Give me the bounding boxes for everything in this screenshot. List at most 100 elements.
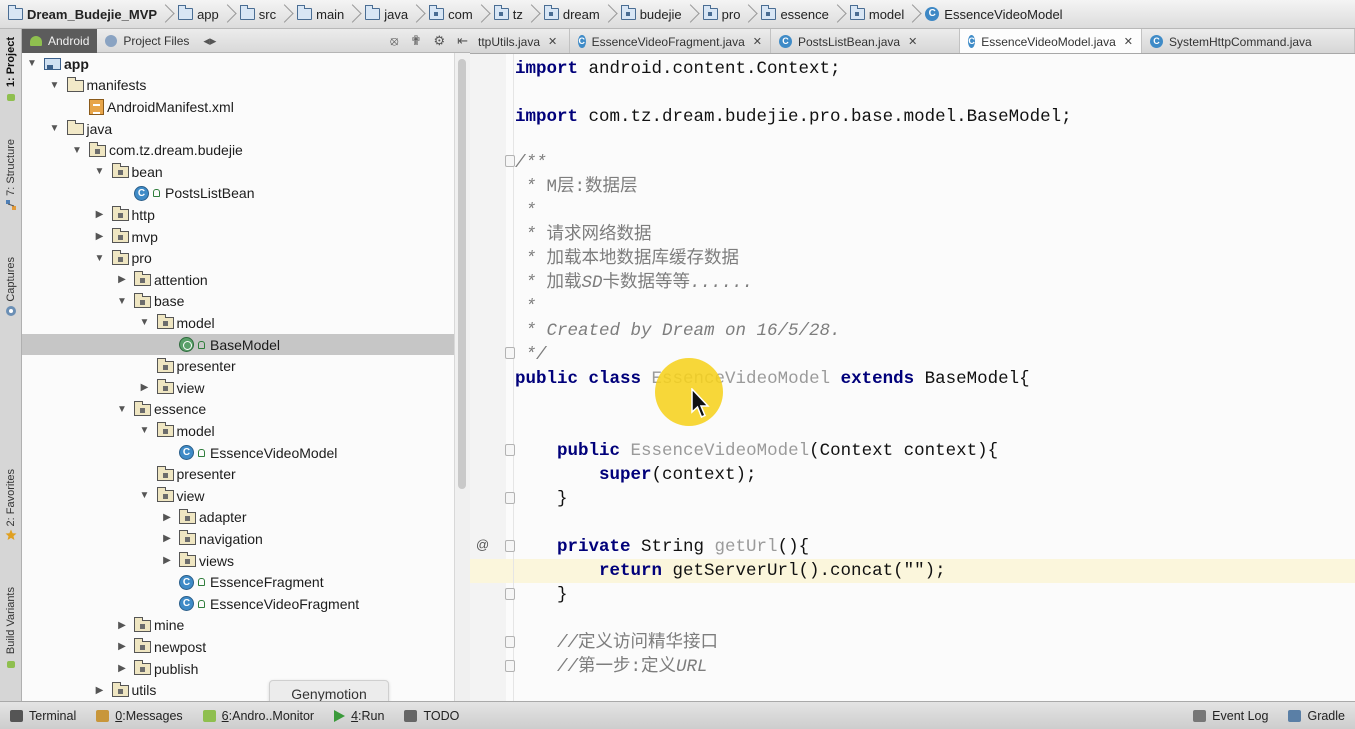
tree-item[interactable]: BaseModel [22, 333, 454, 356]
tree-item[interactable]: ▶ utils [22, 679, 454, 701]
breadcrumb-item[interactable]: com [427, 4, 492, 24]
tree-item[interactable]: ▶ attention [22, 269, 454, 291]
tree-item[interactable]: ▶ views [22, 550, 454, 572]
collapse-arrow-icon[interactable]: ▶ [161, 555, 173, 566]
collapse-arrow-icon[interactable]: ▶ [94, 231, 106, 242]
tree-item[interactable]: EssenceVideoModel [22, 442, 454, 464]
collapse-icon[interactable]: ✟ [405, 33, 428, 49]
bottom-tool-terminal[interactable]: Terminal [0, 709, 86, 723]
favorites-tool-tab[interactable]: 2: Favorites [0, 469, 22, 541]
tree-item[interactable]: ▼ manifests [22, 75, 454, 97]
expand-arrow-icon[interactable]: ▼ [94, 253, 106, 264]
bottom-tool-run[interactable]: 4: Run [324, 709, 394, 723]
collapse-arrow-icon[interactable]: ▶ [116, 663, 128, 674]
collapse-arrow-icon[interactable]: ▶ [161, 512, 173, 523]
tree-item[interactable]: ▶ publish [22, 658, 454, 680]
tree-item[interactable]: ▼ com.tz.dream.budejie [22, 139, 454, 161]
tree-item[interactable]: ▶ adapter [22, 507, 454, 529]
tree-item[interactable]: AndroidManifest.xml [22, 96, 454, 118]
tree-scrollbar[interactable] [454, 53, 470, 701]
tree-item[interactable]: ▼ pro [22, 247, 454, 269]
collapse-arrow-icon[interactable]: ▶ [161, 533, 173, 544]
fold-marker-icon[interactable] [505, 660, 515, 672]
tree-item[interactable]: ▶ http [22, 204, 454, 226]
breadcrumb-item[interactable]: app [176, 4, 238, 24]
fold-marker-icon[interactable] [505, 492, 515, 504]
breadcrumb-item[interactable]: C EssenceVideoModel [923, 7, 1066, 22]
tree-item[interactable]: ▼ app [22, 53, 454, 75]
expand-arrow-icon[interactable]: ▼ [139, 490, 151, 501]
android-view-tab[interactable]: Android [22, 28, 98, 53]
code-editor[interactable]: import android.content.Context; import co… [470, 54, 1355, 701]
expand-arrow-icon[interactable]: ▼ [116, 296, 128, 307]
collapse-arrow-icon[interactable]: ▶ [94, 685, 106, 696]
expand-arrow-icon[interactable]: ▼ [139, 425, 151, 436]
sync-icon[interactable]: ⦻ [384, 33, 405, 49]
build-variants-tool-tab[interactable]: Build Variants [0, 587, 22, 669]
editor-tab[interactable]: C SystemHttpCommand.java [1142, 29, 1355, 53]
tree-item[interactable]: presenter [22, 463, 454, 485]
breadcrumb-item[interactable]: dream [542, 4, 619, 24]
tree-item[interactable]: EssenceVideoFragment [22, 593, 454, 615]
expand-arrow-icon[interactable]: ▼ [49, 80, 61, 91]
bottom-tool-andro-monitor[interactable]: 6: Andro..Monitor [193, 709, 324, 723]
tree-item[interactable]: PostsListBean [22, 183, 454, 205]
editor-tab[interactable]: C EssenceVideoFragment.java ✕ [570, 29, 771, 53]
gear-icon[interactable]: ⚙ [427, 33, 451, 49]
fold-marker-icon[interactable] [505, 155, 515, 167]
breadcrumb-item[interactable]: java [363, 4, 427, 24]
tree-item[interactable]: ▶ newpost [22, 636, 454, 658]
fold-marker-icon[interactable] [505, 588, 515, 600]
tree-item[interactable]: ▶ view [22, 377, 454, 399]
tree-item[interactable]: ▶ navigation [22, 528, 454, 550]
collapse-arrow-icon[interactable]: ▶ [116, 274, 128, 285]
captures-tool-tab[interactable]: Captures [0, 257, 22, 317]
breadcrumb-item[interactable]: essence [759, 4, 847, 24]
editor-tab[interactable]: C EssenceVideoModel.java ✕ [960, 29, 1142, 53]
breadcrumb-item[interactable]: Dream_Budejie_MVP [6, 4, 176, 24]
tree-item[interactable]: ▼ model [22, 312, 454, 334]
expand-arrow-icon[interactable]: ▼ [94, 166, 106, 177]
tree-item[interactable]: ▼ essence [22, 399, 454, 421]
close-icon[interactable]: ✕ [908, 35, 917, 48]
project-tool-tab[interactable]: 1: Project [0, 37, 22, 102]
breadcrumb-item[interactable]: budejie [619, 4, 701, 24]
bottom-tool-event-log[interactable]: Event Log [1183, 709, 1278, 723]
editor-tab[interactable]: ttpUtils.java ✕ [470, 29, 570, 53]
collapse-arrow-icon[interactable]: ▶ [139, 382, 151, 393]
tree-item[interactable]: ▼ java [22, 118, 454, 140]
project-files-tab[interactable]: Project Files [97, 29, 197, 53]
breadcrumb-item[interactable]: src [238, 4, 295, 24]
collapse-arrow-icon[interactable]: ▶ [116, 641, 128, 652]
tree-item[interactable]: EssenceFragment [22, 571, 454, 593]
bottom-tool-gradle[interactable]: Gradle [1278, 709, 1355, 723]
tree-item[interactable]: ▶ mine [22, 615, 454, 637]
collapse-arrow-icon[interactable]: ▶ [94, 209, 106, 220]
fold-marker-icon[interactable] [505, 540, 515, 552]
fold-marker-icon[interactable] [505, 347, 515, 359]
expand-arrow-icon[interactable]: ▼ [71, 145, 83, 156]
hide-panel-icon[interactable]: ⇤ [451, 33, 470, 49]
fold-marker-icon[interactable] [505, 636, 515, 648]
tree-item[interactable]: ▼ base [22, 291, 454, 313]
editor-tab[interactable]: C PostsListBean.java ✕ [771, 29, 960, 53]
bottom-tool-messages[interactable]: 0: Messages [86, 709, 192, 723]
tree-item[interactable]: ▼ bean [22, 161, 454, 183]
close-icon[interactable]: ✕ [1124, 35, 1133, 48]
tree-item[interactable]: ▼ view [22, 485, 454, 507]
tree-item[interactable]: ▼ model [22, 420, 454, 442]
breadcrumb-item[interactable]: pro [701, 4, 760, 24]
chevron-left-right-icon[interactable]: ◂▸ [197, 33, 222, 49]
expand-arrow-icon[interactable]: ▼ [139, 317, 151, 328]
collapse-arrow-icon[interactable]: ▶ [116, 620, 128, 631]
breadcrumb-item[interactable]: model [848, 4, 923, 24]
tree-item[interactable]: presenter [22, 355, 454, 377]
close-icon[interactable]: ✕ [753, 35, 762, 48]
breadcrumb-item[interactable]: main [295, 4, 363, 24]
bottom-tool-todo[interactable]: TODO [394, 709, 469, 723]
tree-scrollbar-thumb[interactable] [458, 59, 466, 489]
override-marker-icon[interactable]: @ [476, 537, 489, 552]
breadcrumb-item[interactable]: tz [492, 4, 542, 24]
fold-marker-icon[interactable] [505, 444, 515, 456]
expand-arrow-icon[interactable]: ▼ [26, 58, 38, 69]
